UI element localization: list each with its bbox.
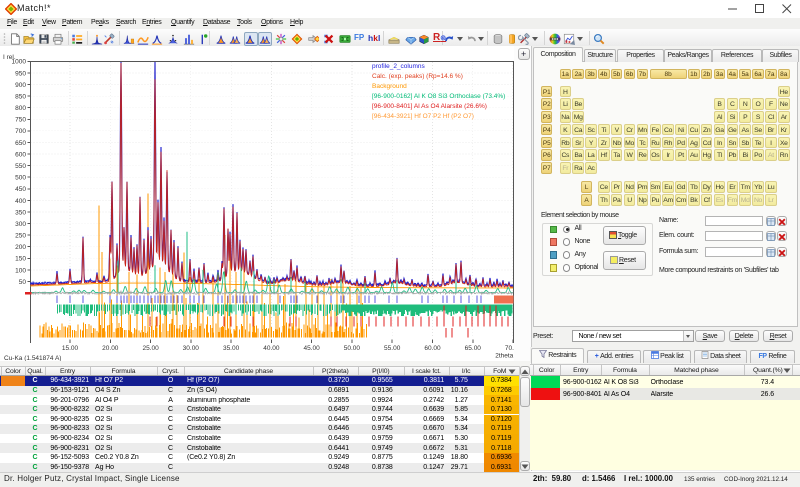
svg-text:700: 700 — [15, 128, 26, 135]
svg-text:200: 200 — [15, 244, 26, 251]
svg-text:Calc. (exp. peaks) (Rp=14.6 %): Calc. (exp. peaks) (Rp=14.6 %) — [372, 73, 463, 80]
svg-text:800: 800 — [15, 105, 26, 112]
svg-text:Background: Background — [372, 83, 407, 90]
svg-text:15.00: 15.00 — [62, 345, 79, 352]
svg-text:40.00: 40.00 — [263, 345, 280, 352]
svg-text:[96-434-3921] Hf O7 P2 Hf (P2: [96-434-3921] Hf O7 P2 Hf (P2 O7) — [372, 113, 474, 120]
svg-text:350: 350 — [15, 209, 26, 216]
svg-text:150: 150 — [15, 256, 26, 263]
svg-text:I rel.: I rel. — [3, 54, 16, 61]
svg-text:25.00: 25.00 — [142, 345, 159, 352]
svg-text:550: 550 — [15, 163, 26, 170]
svg-text:65.00: 65.00 — [465, 345, 482, 352]
svg-text:500: 500 — [15, 175, 26, 182]
svg-text:30.00: 30.00 — [183, 345, 200, 352]
svg-text:750: 750 — [15, 117, 26, 124]
svg-text:55.00: 55.00 — [384, 345, 401, 352]
svg-text:650: 650 — [15, 140, 26, 147]
svg-text:400: 400 — [15, 198, 26, 205]
svg-text:850: 850 — [15, 94, 26, 101]
svg-text:50.00: 50.00 — [344, 345, 361, 352]
svg-text:450: 450 — [15, 186, 26, 193]
svg-text:2theta: 2theta — [495, 353, 513, 360]
svg-text:900: 900 — [15, 82, 26, 89]
svg-text:50: 50 — [19, 279, 27, 286]
svg-text:100: 100 — [15, 267, 26, 274]
svg-text:950: 950 — [15, 70, 26, 77]
svg-text:60.00: 60.00 — [424, 345, 441, 352]
svg-text:35.00: 35.00 — [223, 345, 240, 352]
svg-text:profile_2_columns: profile_2_columns — [372, 63, 426, 70]
svg-text:45.00: 45.00 — [303, 345, 320, 352]
svg-text:600: 600 — [15, 151, 26, 158]
svg-text:[96-900-8401] Al As O4 Alarsi: [96-900-8401] Al As O4 Alarsite (26.6%) — [372, 103, 487, 110]
svg-text:20.00: 20.00 — [102, 345, 119, 352]
svg-text:300: 300 — [15, 221, 26, 228]
svg-text:250: 250 — [15, 233, 26, 240]
svg-text:[96-900-0162] Al K O8 Si3 Ort: [96-900-0162] Al K O8 Si3 Orthoclase (73… — [372, 93, 505, 100]
